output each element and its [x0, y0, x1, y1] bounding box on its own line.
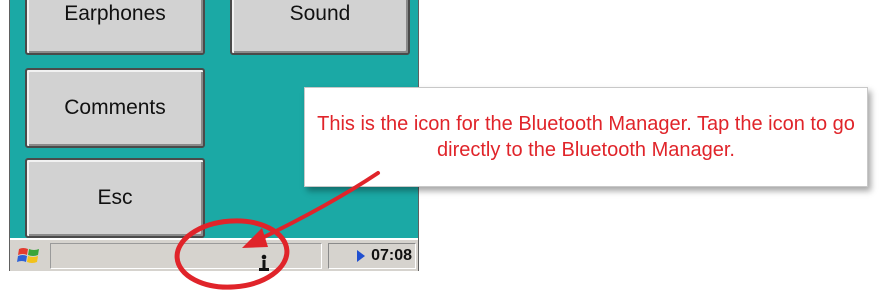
taskbar-space	[50, 243, 322, 271]
tray-arrow-icon[interactable]	[357, 250, 366, 262]
sound-button[interactable]: Sound	[230, 0, 410, 55]
start-button[interactable]	[12, 243, 46, 269]
callout-text: This is the icon for the Bluetooth Manag…	[317, 113, 855, 161]
esc-button[interactable]: Esc	[25, 158, 205, 238]
taskbar: 07:08	[10, 238, 418, 271]
earphones-button[interactable]: Earphones	[25, 0, 205, 55]
system-tray: 07:08	[328, 243, 416, 269]
comments-button[interactable]: Comments	[25, 68, 205, 148]
annotation-callout: This is the icon for the Bluetooth Manag…	[304, 87, 868, 187]
clock: 07:08	[371, 247, 412, 264]
windows-flag-icon	[17, 248, 39, 263]
bluetooth-glyph-icon	[259, 254, 269, 271]
bluetooth-manager-icon[interactable]	[257, 252, 271, 271]
